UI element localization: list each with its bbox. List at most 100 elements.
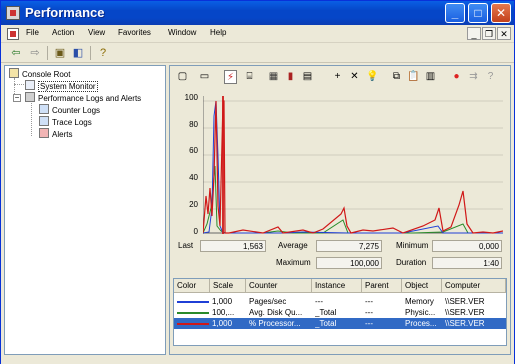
counter-legend: Color Scale Counter Instance Parent Obje… [173, 278, 507, 346]
properties-icon[interactable]: ▥ [424, 70, 437, 84]
freeze-display-icon[interactable]: ● [450, 70, 463, 84]
instance-cell: _Total [315, 308, 337, 317]
system-monitor-icon [25, 80, 35, 90]
performance-window: Performance _ □ ✕ File Action View Favor… [0, 0, 515, 364]
menu-view[interactable]: View [88, 28, 105, 37]
highlight-icon[interactable]: 💡 [366, 70, 379, 84]
tree-item-system-monitor[interactable]: System Monitor [25, 80, 98, 92]
counter-cell: Pages/sec [249, 297, 287, 306]
computer-cell: \\SER.VER [445, 308, 485, 317]
counter-logs-icon [39, 104, 49, 114]
column-header-computer[interactable]: Computer [442, 279, 506, 293]
last-label: Last [178, 241, 194, 250]
average-value: 7,275 [316, 240, 382, 252]
view-graph-icon[interactable]: ▦ [267, 70, 280, 84]
show-hide-tree-icon[interactable]: ◧ [71, 46, 85, 60]
tree-item-console-root[interactable]: Console Root [9, 68, 70, 80]
column-header-parent[interactable]: Parent [362, 279, 402, 293]
object-cell: Physic... [405, 308, 436, 317]
logs-alerts-icon [25, 92, 35, 102]
title-bar[interactable]: Performance _ □ ✕ [1, 1, 514, 25]
tree-item-trace-logs[interactable]: Trace Logs [39, 116, 92, 128]
y-tick-label: 20 [189, 200, 198, 209]
y-tick-label: 40 [189, 173, 198, 182]
tree-item-performance-logs-and-alerts[interactable]: − Performance Logs and Alerts [13, 92, 141, 104]
counter-cell: % Processor... [249, 319, 301, 328]
parent-cell: --- [365, 308, 373, 317]
forward-arrow-icon[interactable]: ⇨ [28, 46, 42, 60]
minimize-button[interactable]: _ [445, 3, 465, 23]
instance-cell: --- [315, 297, 323, 306]
tree-item-counter-logs[interactable]: Counter Logs [39, 104, 100, 116]
add-counter-icon[interactable]: + [331, 70, 344, 84]
close-button[interactable]: ✕ [491, 3, 511, 23]
console-toolbar: ⇦ ⇨ ▣ ◧ ? [1, 43, 514, 63]
counter-row[interactable]: 1,000 Pages/sec --- --- Memory \\SER.VER [174, 296, 506, 307]
console-document-icon[interactable] [7, 28, 19, 40]
last-value: 1,563 [200, 240, 266, 252]
series-line-pages-per-sec [203, 100, 503, 234]
column-header-instance[interactable]: Instance [312, 279, 362, 293]
computer-cell: \\SER.VER [445, 319, 485, 328]
column-header-color[interactable]: Color [174, 279, 210, 293]
parent-cell: --- [365, 297, 373, 306]
clear-display-icon[interactable]: ▭ [198, 70, 211, 84]
toolbar-separator [90, 46, 91, 60]
duration-label: Duration [396, 258, 427, 267]
child-minimize-button[interactable]: _ [467, 27, 481, 40]
column-header-object[interactable]: Object [402, 279, 442, 293]
view-report-icon[interactable]: ▤ [301, 70, 314, 84]
counter-row-selected[interactable]: 1,000 % Processor... _Total --- Proces..… [174, 318, 506, 329]
update-data-icon[interactable]: ⇉ [467, 70, 480, 84]
toolbar-separator [47, 46, 48, 60]
y-tick-label: 0 [193, 227, 198, 236]
maximize-button[interactable]: □ [468, 3, 488, 23]
performance-app-icon[interactable] [6, 6, 20, 20]
series-line-processor-time [203, 100, 503, 234]
help-question-icon[interactable]: ? [484, 70, 497, 84]
instance-cell: _Total [315, 319, 337, 328]
column-header-counter[interactable]: Counter [246, 279, 312, 293]
up-folder-icon[interactable]: ▣ [53, 46, 67, 60]
window-title: Performance [25, 5, 105, 20]
series-color-swatch [177, 323, 209, 325]
child-restore-button[interactable]: ❐ [482, 27, 496, 40]
maximum-value: 100,000 [316, 257, 382, 269]
copy-properties-icon[interactable]: ⧉ [390, 70, 403, 84]
column-header-scale[interactable]: Scale [210, 279, 246, 293]
alerts-icon [39, 128, 49, 138]
scale-cell: 1,000 [212, 297, 233, 306]
view-histogram-icon[interactable]: ▮ [284, 70, 297, 84]
new-counter-set-icon[interactable]: ▢ [176, 70, 189, 84]
scale-cell: 1,000 [212, 319, 233, 328]
status-bar [1, 357, 514, 364]
menu-bar: File Action View Favorites Window Help _… [1, 25, 514, 43]
child-close-button[interactable]: ✕ [497, 27, 511, 40]
system-monitor-pane: ▢ ▭ ⚡ ⌸ ▦ ▮ ▤ + ✕ 💡 ⧉ 📋 ▥ ● ⇉ ? 100 80 6… [169, 65, 511, 355]
view-current-activity-icon[interactable]: ⚡ [224, 70, 237, 84]
y-tick-label: 100 [184, 93, 198, 102]
tree-connector [31, 100, 32, 136]
average-label: Average [278, 241, 308, 250]
delete-counter-icon[interactable]: ✕ [348, 70, 361, 84]
paste-counter-list-icon[interactable]: 📋 [407, 70, 420, 84]
view-log-data-icon[interactable]: ⌸ [243, 70, 256, 84]
y-tick-label: 80 [189, 120, 198, 129]
computer-cell: \\SER.VER [445, 297, 485, 306]
series-color-swatch [177, 301, 209, 303]
menu-file[interactable]: File [26, 28, 39, 37]
collapse-minus-icon[interactable]: − [13, 94, 21, 102]
console-tree: Console Root System Monitor − Performanc… [4, 65, 166, 355]
object-cell: Proces... [405, 319, 437, 328]
counter-row[interactable]: 100,... Avg. Disk Qu... _Total --- Physi… [174, 307, 506, 318]
menu-favorites[interactable]: Favorites [118, 28, 151, 37]
tree-item-alerts[interactable]: Alerts [39, 128, 72, 140]
back-arrow-icon[interactable]: ⇦ [9, 46, 23, 60]
menu-window[interactable]: Window [168, 28, 196, 37]
menu-action[interactable]: Action [52, 28, 74, 37]
menu-help[interactable]: Help [210, 28, 226, 37]
counter-cell: Avg. Disk Qu... [249, 308, 303, 317]
minimum-label: Minimum [396, 241, 429, 250]
help-icon[interactable]: ? [96, 46, 110, 60]
duration-value: 1:40 [432, 257, 502, 269]
